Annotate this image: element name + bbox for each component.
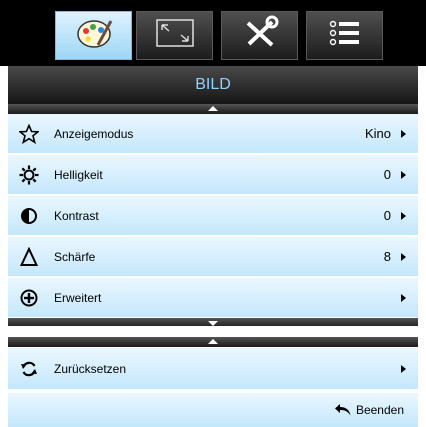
tab-display[interactable] bbox=[136, 11, 213, 60]
menu-item-brightness[interactable]: Helligkeit 0 bbox=[8, 155, 418, 195]
section-divider bbox=[0, 326, 426, 337]
menu-item-label: Schärfe bbox=[54, 249, 96, 264]
chevron-right-icon bbox=[401, 211, 406, 220]
menu-tab-bar bbox=[0, 0, 426, 66]
menu-item-contrast[interactable]: Kontrast 0 bbox=[8, 196, 418, 236]
menu-item-label: Zurücksetzen bbox=[54, 361, 127, 376]
fullscreen-icon bbox=[155, 18, 195, 53]
arrow-up-icon bbox=[208, 339, 218, 344]
page-title: BILD bbox=[8, 66, 418, 104]
menu-item-value: 0 bbox=[383, 208, 391, 223]
sharpness-icon bbox=[18, 246, 40, 268]
chevron-right-icon bbox=[401, 364, 406, 373]
scroll-up-indicator[interactable] bbox=[8, 104, 418, 114]
palette-icon bbox=[74, 15, 114, 56]
exit-button[interactable]: Beenden bbox=[8, 393, 418, 427]
advanced-icon bbox=[18, 287, 40, 309]
menu-item-label: Helligkeit bbox=[54, 167, 103, 182]
tools-icon bbox=[240, 15, 280, 56]
reset-icon bbox=[18, 358, 40, 380]
menu-item-display-mode[interactable]: Anzeigemodus Kino bbox=[8, 114, 418, 154]
star-icon bbox=[18, 123, 40, 145]
menu-item-reset[interactable]: Zurücksetzen bbox=[8, 348, 418, 390]
menu-item-label: Erweitert bbox=[54, 290, 102, 305]
menu-item-label: Kontrast bbox=[54, 208, 99, 223]
tab-options[interactable] bbox=[306, 11, 383, 60]
exit-label: Beenden bbox=[355, 403, 404, 417]
menu-item-value: Kino bbox=[364, 126, 391, 141]
menu-item-value: 8 bbox=[383, 249, 391, 264]
chevron-right-icon bbox=[401, 129, 406, 138]
brightness-icon bbox=[18, 164, 40, 186]
page-title-text: BILD bbox=[195, 76, 231, 93]
menu-item-advanced[interactable]: Erweitert bbox=[8, 278, 418, 318]
contrast-icon bbox=[18, 205, 40, 227]
menu-item-sharpness[interactable]: Schärfe 8 bbox=[8, 237, 418, 277]
menu-item-value: 0 bbox=[383, 167, 391, 182]
tab-setup[interactable] bbox=[221, 11, 298, 60]
scroll-up-indicator[interactable] bbox=[8, 337, 418, 347]
chevron-right-icon bbox=[401, 293, 406, 302]
chevron-right-icon bbox=[401, 170, 406, 179]
tab-picture[interactable] bbox=[55, 11, 132, 60]
arrow-up-icon bbox=[208, 106, 218, 111]
return-icon bbox=[334, 403, 352, 417]
menu-item-label: Anzeigemodus bbox=[54, 126, 134, 141]
list-icon bbox=[327, 17, 363, 54]
chevron-right-icon bbox=[401, 252, 406, 261]
